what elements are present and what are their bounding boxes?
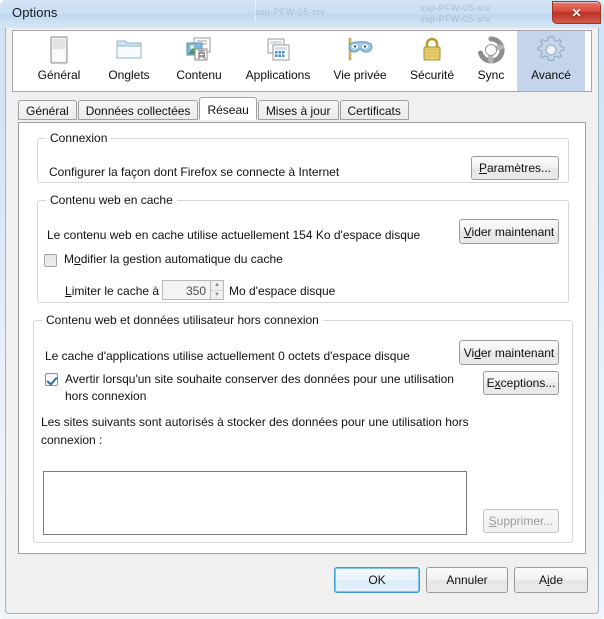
dialog-client-area: Général Onglets 頁 Contenu Applications V… bbox=[5, 28, 599, 614]
icon-tab-label: Applications bbox=[245, 68, 311, 82]
icon-tab-vie-privee[interactable]: Vie privée bbox=[321, 31, 399, 91]
cache-limit-accel: L bbox=[65, 284, 72, 298]
offline-notify-checkbox[interactable] bbox=[45, 373, 58, 386]
offline-clear-accel: d bbox=[474, 345, 481, 360]
cache-clear-label: ider maintenant bbox=[471, 224, 555, 239]
window-title: Options bbox=[12, 5, 58, 20]
sub-tab-certificats[interactable]: Certificats bbox=[339, 100, 409, 120]
icon-tab-applications[interactable]: Applications bbox=[235, 31, 321, 91]
sub-tab-general[interactable]: Général bbox=[18, 100, 77, 120]
chevron-down-icon[interactable]: ▼ bbox=[211, 291, 223, 300]
icon-tab-label: Onglets bbox=[108, 68, 150, 82]
offline-allowed-sites-line2: connexion : bbox=[41, 433, 103, 447]
offline-remove-button[interactable]: Supprimer... bbox=[483, 509, 559, 533]
window-pane-icon bbox=[42, 34, 76, 66]
offline-usage-text: Le cache d'applications utilise actuelle… bbox=[45, 349, 410, 363]
help-label-pre: A bbox=[538, 573, 547, 587]
cache-limit-spin-buttons[interactable]: ▲ ▼ bbox=[210, 280, 224, 300]
chevron-up-icon[interactable]: ▲ bbox=[211, 281, 223, 291]
content-page-icon: 頁 bbox=[182, 34, 216, 66]
icon-tab-label: Avancé bbox=[531, 68, 571, 82]
offline-clear-label-post: er maintenant bbox=[480, 345, 555, 360]
offline-exceptions-button[interactable]: Exceptions... bbox=[483, 371, 559, 395]
offline-group-legend: Contenu web et données utilisateur hors … bbox=[46, 313, 319, 327]
cache-override-label: Modifier la gestion automatique du cache bbox=[64, 252, 283, 266]
offline-allowed-sites-label: Les sites suivants sont autorisés à stoc… bbox=[41, 413, 491, 449]
connection-description: Configurer la façon dont Firefox se conn… bbox=[49, 165, 340, 179]
icon-tab-sync[interactable]: Sync bbox=[465, 31, 517, 91]
cache-override-label-pre: M bbox=[64, 252, 74, 266]
offline-notify-label: Avertir lorsqu'un site souhaite conserve… bbox=[65, 371, 455, 405]
sub-tab-reseau[interactable]: Réseau bbox=[199, 97, 257, 120]
gear-icon bbox=[534, 34, 568, 66]
offline-remove-label: upprimer... bbox=[496, 514, 554, 528]
offline-clear-label-pre: Vi bbox=[463, 345, 475, 360]
background-ghost-text-3: ssp-PFW-05-srv bbox=[420, 14, 491, 24]
applications-grid-icon bbox=[261, 34, 295, 66]
cache-limit-label-text: imiter le cache à bbox=[71, 284, 160, 298]
cancel-button[interactable]: Annuler bbox=[426, 567, 508, 593]
icon-tab-onglets[interactable]: Onglets bbox=[95, 31, 163, 91]
cache-limit-stepper[interactable]: 350 ▲ ▼ bbox=[162, 280, 224, 300]
cache-override-accel: o bbox=[74, 252, 81, 266]
icon-tab-general[interactable]: Général bbox=[23, 31, 95, 91]
padlock-icon bbox=[415, 34, 449, 66]
sync-arrows-icon bbox=[474, 34, 508, 66]
title-bar: ssp-PFW-05-srv ssp-PFW-05-srv ssp-PFW-05… bbox=[0, 0, 604, 28]
icon-tab-securite[interactable]: Sécurité bbox=[399, 31, 465, 91]
connection-settings-label: aramètres... bbox=[486, 161, 552, 175]
privacy-mask-icon bbox=[343, 34, 377, 66]
options-dialog-window: ssp-PFW-05-srv ssp-PFW-05-srv ssp-PFW-05… bbox=[0, 0, 604, 619]
connection-group-legend: Connexion bbox=[50, 131, 108, 145]
connection-settings-accel: P bbox=[478, 161, 487, 175]
background-ghost-text-1: ssp-PFW-05-srv bbox=[255, 7, 326, 17]
sub-tab-donnees-collectees[interactable]: Données collectées bbox=[77, 100, 199, 120]
icon-tab-label: Contenu bbox=[176, 68, 222, 82]
svg-text:頁: 頁 bbox=[197, 50, 206, 61]
icon-tab-avance[interactable]: Avancé bbox=[517, 31, 585, 91]
icon-tab-contenu[interactable]: 頁 Contenu bbox=[163, 31, 235, 91]
background-ghost-text-2: ssp-PFW-05-srv bbox=[420, 3, 491, 13]
connection-settings-button[interactable]: Paramètres... bbox=[471, 156, 559, 180]
sub-tab-strip: Général Données collectées Réseau Mises … bbox=[18, 97, 410, 122]
offline-notify-label-line2: hors connexion bbox=[65, 389, 147, 403]
cache-limit-units: Mo d'espace disque bbox=[229, 284, 336, 298]
offline-remove-accel: S bbox=[488, 514, 497, 528]
cache-clear-button[interactable]: Vider maintenant bbox=[459, 219, 559, 244]
icon-tab-label: Général bbox=[37, 68, 81, 82]
offline-exceptions-label-post: ceptions... bbox=[500, 376, 556, 390]
cache-group-legend: Contenu web en cache bbox=[50, 193, 173, 207]
icon-tab-label: Vie privée bbox=[333, 68, 387, 82]
icon-tab-label: Sync bbox=[477, 68, 505, 82]
ok-button[interactable]: OK bbox=[334, 567, 420, 593]
sub-tab-mises-a-jour[interactable]: Mises à jour bbox=[257, 100, 339, 120]
category-icon-bar: Général Onglets 頁 Contenu Applications V… bbox=[12, 30, 592, 92]
offline-sites-listbox[interactable] bbox=[43, 471, 467, 535]
close-icon[interactable]: ✕ bbox=[552, 1, 601, 24]
cache-limit-label: Limiter le cache à bbox=[65, 284, 159, 298]
offline-allowed-sites-line1: Les sites suivants sont autorisés à stoc… bbox=[41, 415, 469, 429]
cache-override-checkbox[interactable] bbox=[44, 254, 57, 267]
cache-limit-input[interactable]: 350 bbox=[162, 280, 210, 300]
network-settings-panel: Connexion Configurer la façon dont Firef… bbox=[18, 122, 586, 554]
offline-notify-label-line1: Avertir lorsqu'un site souhaite conserve… bbox=[65, 372, 454, 386]
cache-override-label-post: difier la gestion automatique du cache bbox=[80, 252, 283, 266]
folder-tabs-icon bbox=[112, 34, 146, 66]
offline-clear-button[interactable]: Vider maintenant bbox=[459, 340, 559, 365]
icon-tab-label: Sécurité bbox=[409, 68, 455, 82]
help-button[interactable]: Aide bbox=[514, 567, 588, 593]
offline-exceptions-label-pre: E bbox=[486, 376, 495, 390]
cache-usage-text: Le contenu web en cache utilise actuelle… bbox=[47, 228, 421, 242]
help-label-post: de bbox=[549, 573, 564, 587]
cache-clear-accel: V bbox=[463, 224, 472, 239]
